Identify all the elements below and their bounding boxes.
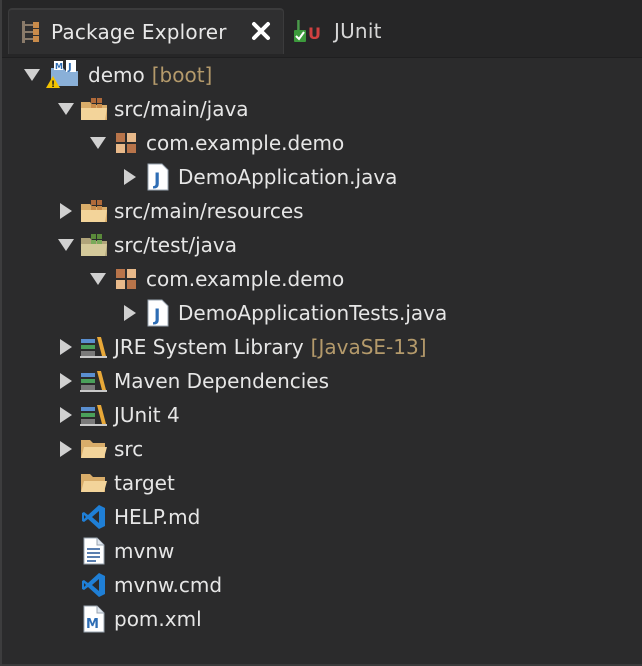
tree-item-label: DemoApplicationTests.java bbox=[178, 301, 448, 325]
tree-item-label: src/main/resources bbox=[114, 199, 304, 223]
expanded-arrow-icon[interactable] bbox=[88, 133, 108, 153]
tree-item-label: demo bbox=[88, 63, 145, 87]
maven-file-icon: M bbox=[80, 605, 108, 633]
tree-item-src-test-java[interactable]: src/test/java bbox=[56, 228, 237, 262]
close-icon[interactable] bbox=[249, 19, 273, 43]
package-folder-icon bbox=[80, 197, 108, 225]
package-icon bbox=[112, 129, 140, 157]
tree-item-label: src/test/java bbox=[114, 233, 237, 257]
expanded-arrow-icon[interactable] bbox=[56, 235, 76, 255]
text-file-icon bbox=[80, 537, 108, 565]
tree-item-package-test[interactable]: com.example.demo bbox=[88, 262, 344, 296]
collapsed-arrow-icon[interactable] bbox=[56, 371, 76, 391]
folder-icon bbox=[80, 469, 108, 497]
collapsed-arrow-icon[interactable] bbox=[56, 405, 76, 425]
tree-item-label: target bbox=[114, 471, 175, 495]
library-icon bbox=[80, 401, 108, 429]
tree-item-label: pom.xml bbox=[114, 607, 202, 631]
svg-text:J: J bbox=[153, 170, 160, 190]
test-folder-icon bbox=[80, 231, 108, 259]
tree-item-label: mvnw.cmd bbox=[114, 573, 223, 597]
svg-text:U: U bbox=[308, 24, 321, 43]
svg-text:J: J bbox=[67, 62, 72, 73]
tree-item-junit-4[interactable]: JUnit 4 bbox=[56, 398, 180, 432]
expanded-arrow-icon[interactable] bbox=[56, 99, 76, 119]
package-folder-icon bbox=[80, 95, 108, 123]
hierarchy-icon bbox=[19, 18, 41, 46]
collapsed-arrow-icon[interactable] bbox=[120, 303, 140, 323]
tree-item-label: src/main/java bbox=[114, 97, 249, 121]
tree-item-label: com.example.demo bbox=[146, 267, 345, 291]
tree-item-project-demo[interactable]: M J ! demo [boot] bbox=[22, 58, 212, 92]
tree-item-label: Maven Dependencies bbox=[114, 369, 330, 393]
collapsed-arrow-icon[interactable] bbox=[56, 337, 76, 357]
package-icon bbox=[112, 265, 140, 293]
folder-icon bbox=[80, 435, 108, 463]
tree-item-target[interactable]: target bbox=[80, 466, 175, 500]
tree-item-label: src bbox=[114, 437, 144, 461]
tab-junit[interactable]: J U JUnit bbox=[290, 8, 410, 54]
tab-junit-label: JUnit bbox=[334, 19, 382, 43]
tree-item-label: HELP.md bbox=[114, 505, 201, 529]
view-tab-bar: Package Explorer J U JUnit bbox=[2, 0, 642, 60]
vscode-file-icon bbox=[80, 571, 108, 599]
java-file-icon: J bbox=[144, 163, 172, 191]
tree-item-maven-dependencies[interactable]: Maven Dependencies bbox=[56, 364, 329, 398]
tree-item-pom-xml[interactable]: M pom.xml bbox=[80, 602, 202, 636]
tree-item-label: JUnit 4 bbox=[114, 403, 180, 427]
tree-item-help-md[interactable]: HELP.md bbox=[80, 500, 200, 534]
svg-text:M: M bbox=[55, 62, 63, 71]
tree-item-label: JRE System Library bbox=[114, 335, 304, 359]
maven-java-project-icon: M J ! bbox=[46, 60, 82, 90]
java-file-icon: J bbox=[144, 299, 172, 327]
tree-item-src[interactable]: src bbox=[56, 432, 143, 466]
collapsed-arrow-icon[interactable] bbox=[120, 167, 140, 187]
tree-item-jre-system-library[interactable]: JRE System Library [JavaSE-13] bbox=[56, 330, 427, 364]
library-icon bbox=[80, 367, 108, 395]
package-explorer-window: Package Explorer J U JUnit M J ! demo [b… bbox=[0, 0, 642, 666]
collapsed-arrow-icon[interactable] bbox=[56, 201, 76, 221]
tab-package-explorer-label: Package Explorer bbox=[51, 20, 227, 44]
svg-text:!: ! bbox=[51, 80, 55, 90]
svg-text:J: J bbox=[153, 306, 160, 326]
tree-item-label: DemoApplication.java bbox=[178, 165, 398, 189]
boot-decoration: [boot] bbox=[151, 63, 213, 87]
collapsed-arrow-icon[interactable] bbox=[56, 439, 76, 459]
javase-decoration: [JavaSE-13] bbox=[310, 335, 427, 359]
tree-item-mvnw[interactable]: mvnw bbox=[80, 534, 174, 568]
tree-item-label: mvnw bbox=[114, 539, 175, 563]
expanded-arrow-icon[interactable] bbox=[88, 269, 108, 289]
tree-item-mvnw-cmd[interactable]: mvnw.cmd bbox=[80, 568, 222, 602]
svg-text:M: M bbox=[86, 617, 99, 632]
vscode-file-icon bbox=[80, 503, 108, 531]
tree-item-src-main-java[interactable]: src/main/java bbox=[56, 92, 249, 126]
tab-package-explorer[interactable]: Package Explorer bbox=[8, 8, 284, 54]
junit-icon: J U bbox=[292, 17, 328, 45]
library-icon bbox=[80, 333, 108, 361]
tree-item-label: com.example.demo bbox=[146, 131, 345, 155]
tree-item-demo-application-java[interactable]: J DemoApplication.java bbox=[120, 160, 397, 194]
tree-item-src-main-resources[interactable]: src/main/resources bbox=[56, 194, 304, 228]
tree-item-package-main[interactable]: com.example.demo bbox=[88, 126, 344, 160]
tree-item-demo-application-tests-java[interactable]: J DemoApplicationTests.java bbox=[120, 296, 447, 330]
expanded-arrow-icon[interactable] bbox=[22, 65, 42, 85]
